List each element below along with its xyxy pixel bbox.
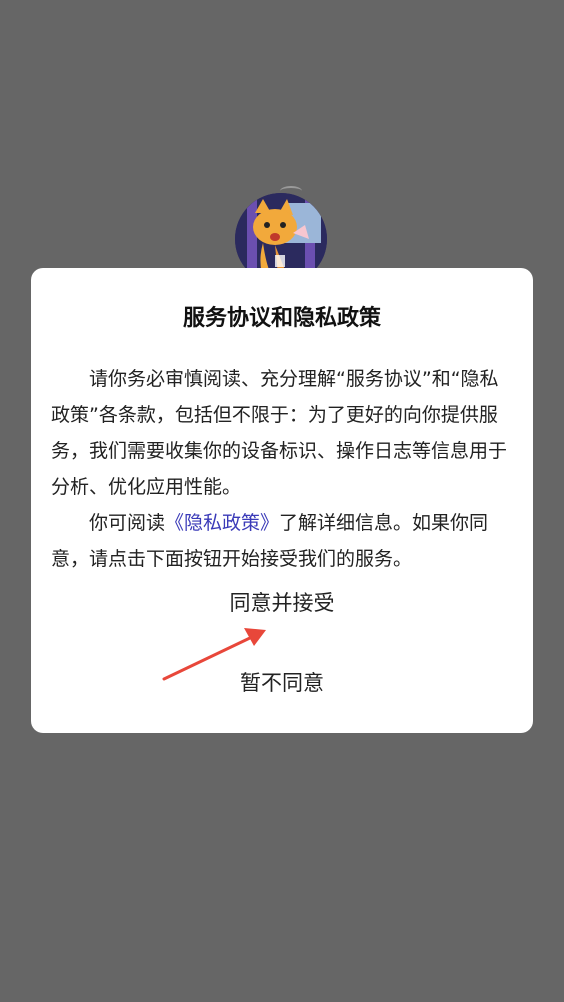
- dialog-title: 服务协议和隐私政策: [182, 306, 381, 331]
- privacy-policy-link[interactable]: 《隐私政策》: [165, 512, 279, 534]
- body-paragraph-2-start: 你可阅读: [89, 512, 166, 534]
- privacy-dialog: 服务协议和隐私政策 请你务必审慎阅读、充分理解“服务协议”和“隐私政策”各条款，…: [31, 268, 533, 733]
- dialog-body: 请你务必审慎阅读、充分理解“服务协议”和“隐私政策”各条款，包括但不限于：为了更…: [51, 361, 515, 577]
- screen: 服务协议和隐私政策 请你务必审慎阅读、充分理解“服务协议”和“隐私政策”各条款，…: [0, 0, 564, 1002]
- body-paragraph-2: 你可阅读《隐私政策》了解详细信息。如果你同意，请点击下面按钮开始接受我们的服务。: [51, 505, 515, 577]
- body-paragraph-1: 请你务必审慎阅读、充分理解“服务协议”和“隐私政策”各条款，包括但不限于：为了更…: [51, 368, 508, 498]
- agree-button[interactable]: 同意并接受: [31, 584, 533, 620]
- disagree-button[interactable]: 暂不同意: [31, 664, 533, 700]
